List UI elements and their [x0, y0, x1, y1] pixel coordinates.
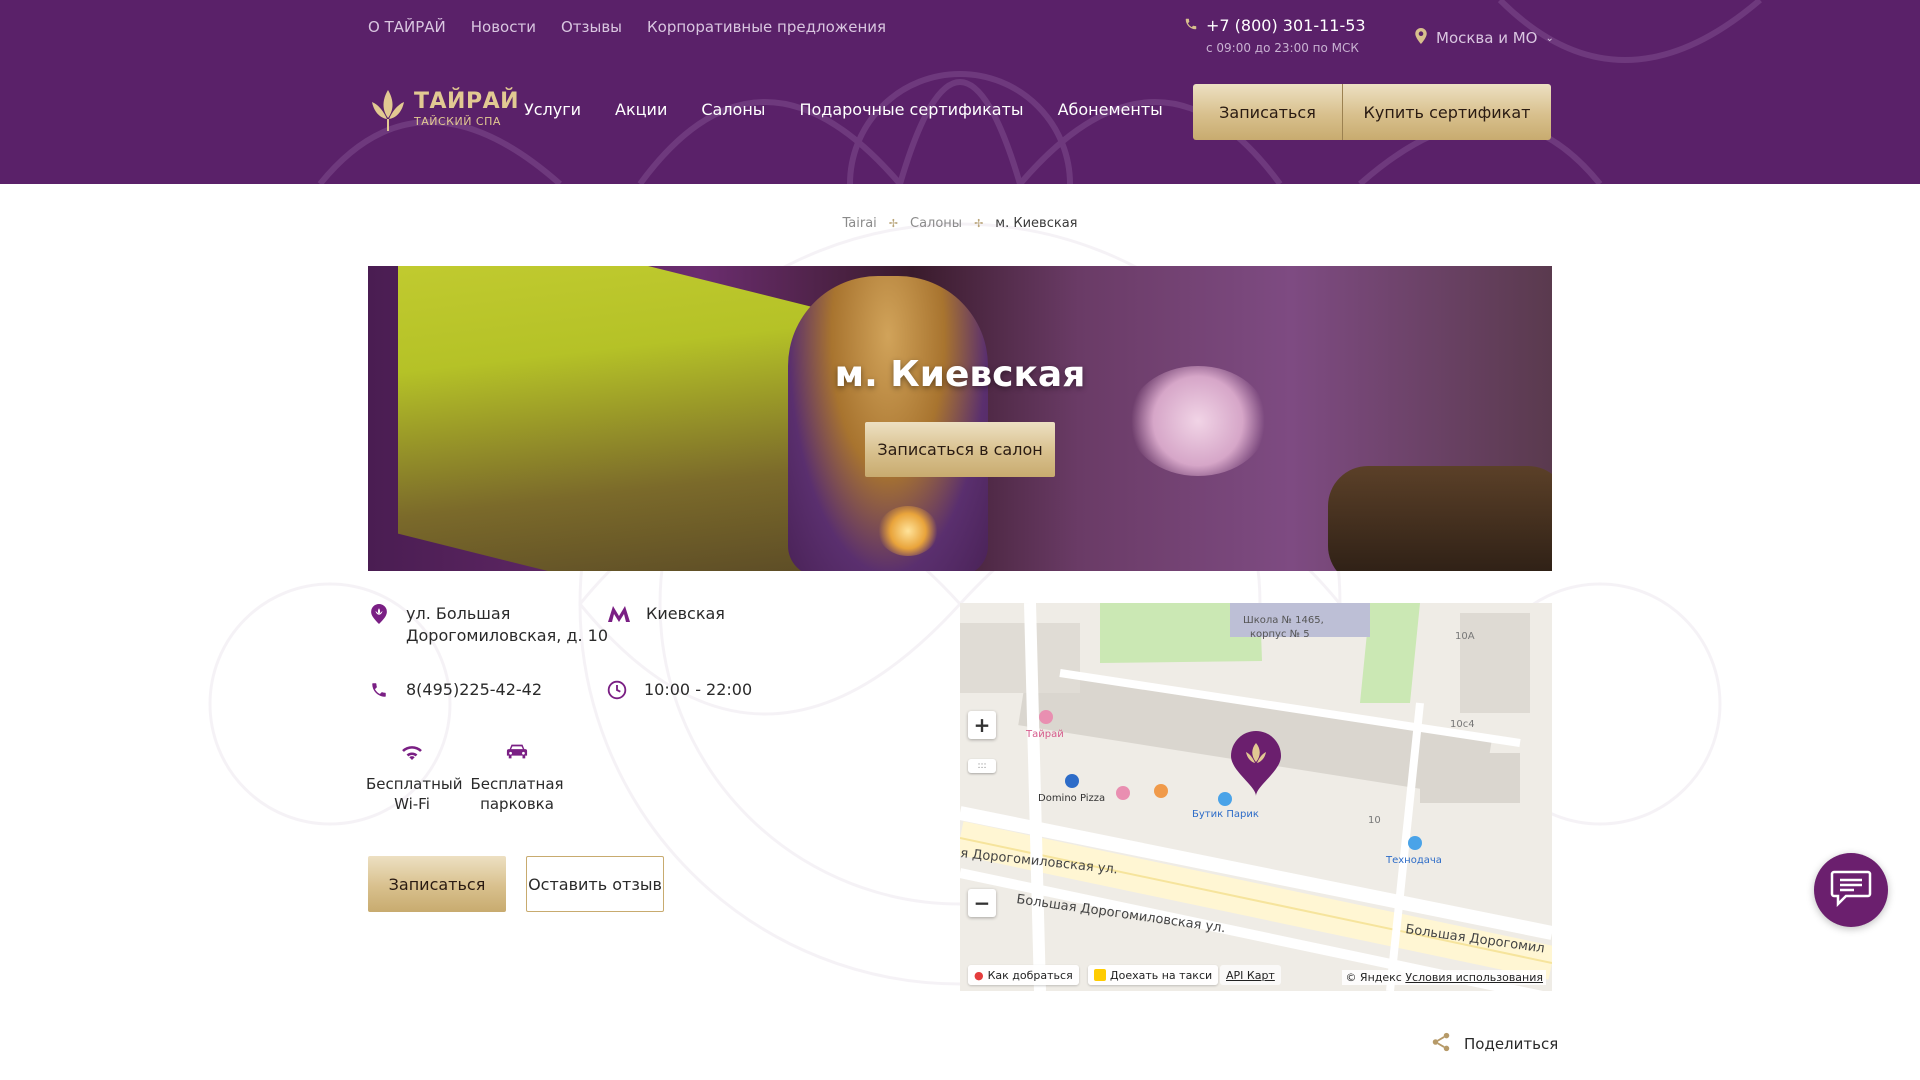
map-zoom-out-button[interactable]: −: [968, 889, 996, 917]
book-button[interactable]: Записаться: [368, 856, 506, 912]
amenity-wifi-line1: Бесплатный: [366, 775, 463, 793]
top-links: О ТАЙРАЙ Новости Отзывы Корпоративные пр…: [368, 18, 886, 36]
salon-hero-banner: м. Киевская Записаться в салон: [368, 266, 1552, 571]
phone-icon: [368, 679, 390, 701]
salon-address: ул. Большая Дорогомиловская, д. 10: [368, 603, 608, 647]
map-api-link[interactable]: API Карт: [1220, 965, 1281, 985]
site-logo[interactable]: ТАЙРАЙ ТАЙСКИЙ СПА: [368, 86, 519, 132]
map-taxi-button[interactable]: Доехать на такси: [1088, 965, 1219, 985]
amenity-wifi-line2: Wi-Fi: [394, 795, 430, 813]
logo-subtitle: ТАЙСКИЙ СПА: [414, 114, 501, 128]
nav-promotions[interactable]: Акции: [615, 100, 667, 119]
header-phone-block: +7 (800) 301-11-53 с 09:00 до 23:00 по М…: [1184, 16, 1366, 55]
nav-services[interactable]: Услуги: [524, 100, 581, 119]
header-cta-group: Записаться Купить сертификат: [1193, 84, 1551, 140]
breadcrumb: Tairai ✢ Салоны ✢ м. Киевская: [0, 216, 1920, 231]
location-pin-icon: [1414, 28, 1428, 48]
breadcrumb-separator-icon: ✢: [888, 217, 898, 230]
map-label-tehnodacha: Технодача: [1385, 855, 1442, 866]
share-button[interactable]: Поделиться: [1430, 1031, 1558, 1057]
metro-icon: [608, 603, 630, 625]
nav-salons[interactable]: Салоны: [701, 100, 765, 119]
top-link-about[interactable]: О ТАЙРАЙ: [368, 18, 446, 36]
header-hours: с 09:00 до 23:00 по МСК: [1206, 41, 1359, 55]
hero-photo-sofa: [1328, 466, 1552, 571]
map-zoom-in-button[interactable]: +: [968, 711, 996, 739]
lotus-logo-icon: [372, 90, 404, 131]
location-pin-icon: [368, 603, 390, 625]
amenity-wifi: Бесплатный Wi-Fi: [366, 740, 463, 814]
hours-label: 10:00 - 22:00: [644, 680, 753, 699]
site-header: О ТАЙРАЙ Новости Отзывы Корпоративные пр…: [0, 0, 1920, 184]
map-label-10a: 10А: [1455, 631, 1475, 642]
hero-photo-canvas: [398, 266, 818, 571]
book-salon-button[interactable]: Записаться в салон: [865, 422, 1055, 477]
salon-map-marker-icon[interactable]: [1231, 731, 1281, 796]
map-label-butik: Бутик Парик: [1192, 809, 1259, 820]
map-label-domino: Domino Pizza: [1038, 793, 1105, 804]
salon-phone: 8(495)225-42-42: [368, 679, 542, 701]
address-line-1: ул. Большая: [406, 604, 511, 623]
nav-subscriptions[interactable]: Абонементы: [1058, 100, 1163, 119]
salon-phone-link[interactable]: 8(495)225-42-42: [406, 679, 542, 701]
breadcrumb-separator-icon: ✢: [974, 217, 984, 230]
top-link-news[interactable]: Новости: [471, 18, 536, 36]
main-nav: Услуги Акции Салоны Подарочные сертифика…: [524, 100, 1163, 119]
map-terms-link[interactable]: Условия использования: [1405, 971, 1543, 984]
amenity-parking: Бесплатная парковка: [470, 740, 564, 814]
route-pin-icon: ●: [974, 968, 984, 982]
chat-widget-button[interactable]: [1814, 853, 1888, 927]
leave-review-button[interactable]: Оставить отзыв: [526, 856, 664, 912]
salon-hours: 10:00 - 22:00: [606, 679, 752, 701]
hero-photo-candle: [878, 506, 938, 556]
map-route-button[interactable]: ● Как добраться: [968, 965, 1079, 985]
chat-bubble-icon: [1830, 869, 1872, 911]
map-label-school: Школа № 1465,: [1243, 615, 1324, 626]
car-icon: [506, 740, 528, 762]
map-taxi-label: Доехать на такси: [1110, 968, 1213, 982]
top-link-reviews[interactable]: Отзывы: [561, 18, 622, 36]
top-link-corporate[interactable]: Корпоративные предложения: [647, 18, 886, 36]
map-label-10c4: 10с4: [1450, 719, 1475, 730]
salon-map[interactable]: Школа № 1465, корпус № 5 10А 10с4 Тайрай…: [960, 603, 1552, 991]
header-book-button[interactable]: Записаться: [1193, 84, 1342, 140]
header-phone-link[interactable]: +7 (800) 301-11-53: [1206, 16, 1366, 35]
map-label-tairai: Тайрай: [1025, 729, 1064, 740]
amenity-parking-line1: Бесплатная: [470, 775, 564, 793]
nav-gift-certificates[interactable]: Подарочные сертификаты: [799, 100, 1023, 119]
share-icon: [1430, 1031, 1452, 1057]
breadcrumb-home[interactable]: Tairai: [842, 216, 876, 231]
map-route-label: Как добраться: [987, 968, 1073, 982]
map-label-10: 10: [1368, 815, 1381, 826]
map-label-school-2: корпус № 5: [1250, 629, 1310, 640]
city-label: Москва и МО: [1436, 29, 1538, 47]
map-copyright-label: © Яндекс: [1345, 971, 1402, 984]
wifi-icon: [401, 740, 423, 762]
map-canvas: Школа № 1465, корпус № 5 10А 10с4 Тайрай…: [960, 603, 1552, 991]
salon-title: м. Киевская: [834, 354, 1086, 395]
amenity-parking-line2: парковка: [480, 795, 554, 813]
metro-label: Киевская: [646, 604, 725, 623]
city-selector[interactable]: Москва и МО ⌄: [1414, 28, 1554, 48]
map-copyright: © Яндекс Условия использования: [1342, 970, 1546, 985]
map-zoom-slider[interactable]: :::: [968, 759, 996, 773]
header-pattern: [317, 0, 1762, 184]
clock-icon: [606, 679, 628, 701]
salon-metro: Киевская: [608, 603, 725, 625]
share-label: Поделиться: [1464, 1035, 1559, 1053]
taxi-icon: [1094, 969, 1106, 981]
buy-certificate-button[interactable]: Купить сертификат: [1342, 84, 1551, 140]
breadcrumb-current: м. Киевская: [995, 216, 1078, 231]
logo-title: ТАЙРАЙ: [414, 88, 520, 114]
phone-icon: [1184, 16, 1198, 35]
chevron-down-icon: ⌄: [1545, 32, 1554, 44]
address-line-2: Дорогомиловская, д. 10: [406, 626, 608, 645]
breadcrumb-salons[interactable]: Салоны: [910, 216, 962, 231]
